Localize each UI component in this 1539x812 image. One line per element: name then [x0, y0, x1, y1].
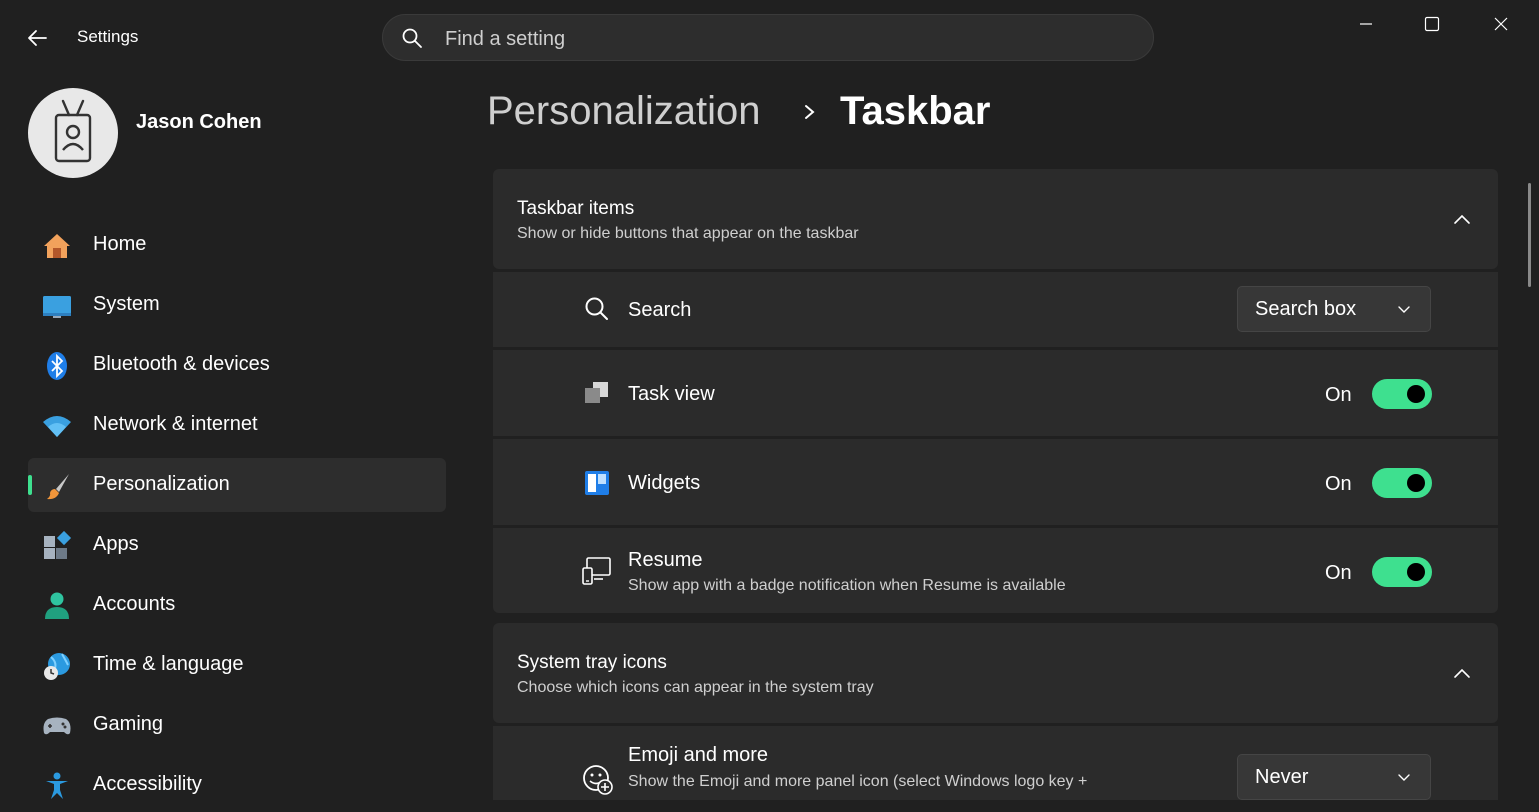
sidebar-item-gaming[interactable]: Gaming [28, 698, 446, 752]
sidebar-item-bluetooth[interactable]: Bluetooth & devices [28, 338, 446, 392]
dropdown-value: Never [1255, 766, 1309, 788]
back-button[interactable] [24, 24, 52, 52]
sidebar-item-time-language[interactable]: Time & language [28, 638, 446, 692]
section-title: Taskbar items [517, 198, 635, 219]
toggle-knob [1407, 385, 1425, 403]
app-title: Settings [77, 27, 139, 46]
section-subtitle: Show or hide buttons that appear on the … [517, 225, 859, 242]
close-button[interactable] [1471, 6, 1531, 42]
user-name: Jason Cohen [136, 111, 262, 133]
maximize-button[interactable] [1402, 6, 1462, 42]
accessibility-icon [46, 772, 68, 799]
emoji-visibility-dropdown[interactable]: Never [1237, 754, 1431, 800]
brush-icon [47, 474, 69, 500]
sidebar-item-apps[interactable]: Apps [28, 518, 446, 572]
sidebar-item-label: Apps [93, 533, 139, 555]
dropdown-value: Search box [1255, 298, 1357, 320]
task-view-icon [585, 382, 608, 403]
sidebar-item-label: Accessibility [93, 773, 202, 795]
sidebar-item-label: Network & internet [93, 413, 258, 435]
resume-toggle[interactable] [1372, 557, 1432, 587]
search-icon [402, 28, 422, 48]
search-box[interactable] [382, 14, 1154, 61]
resume-icon [582, 557, 611, 585]
task-view-toggle[interactable] [1372, 379, 1432, 409]
wifi-icon [43, 416, 71, 437]
emoji-icon [583, 765, 613, 795]
toggle-state-label: On [1325, 384, 1352, 406]
toggle-state-label: On [1325, 562, 1352, 584]
row-description: Show the Emoji and more panel icon (sele… [628, 773, 1088, 790]
setting-row-emoji: Emoji and more Show the Emoji and more p… [493, 726, 1498, 800]
sidebar-item-accessibility[interactable]: Accessibility [28, 758, 446, 812]
chevron-right-icon [805, 105, 815, 119]
back-arrow-icon [28, 30, 47, 46]
sidebar-item-personalization[interactable]: Personalization [28, 458, 446, 512]
taskbar-items-header[interactable]: Taskbar items Show or hide buttons that … [493, 169, 1498, 269]
breadcrumb-parent[interactable]: Personalization [487, 89, 761, 134]
section-subtitle: Choose which icons can appear in the sys… [517, 679, 874, 696]
widgets-toggle[interactable] [1372, 468, 1432, 498]
sidebar-item-label: Bluetooth & devices [93, 353, 270, 375]
toggle-knob [1407, 563, 1425, 581]
setting-row-task-view: Task view On [493, 350, 1498, 436]
sidebar-item-system[interactable]: System [28, 278, 446, 332]
row-label: Emoji and more [628, 744, 769, 766]
search-icon [585, 297, 608, 320]
sidebar-item-label: Personalization [93, 473, 230, 495]
chevron-down-icon [1398, 306, 1410, 313]
user-badge-icon [54, 99, 92, 163]
setting-row-resume: Resume Show app with a badge notificatio… [493, 528, 1498, 613]
sidebar-item-accounts[interactable]: Accounts [28, 578, 446, 632]
sidebar-item-home[interactable]: Home [28, 218, 446, 272]
sidebar-item-label: System [93, 293, 160, 315]
toggle-state-label: On [1325, 473, 1352, 495]
sidebar-item-label: Home [93, 233, 147, 255]
selection-indicator [28, 475, 32, 495]
row-label: Task view [628, 383, 715, 405]
home-icon [44, 234, 70, 258]
row-label: Widgets [628, 472, 701, 494]
sidebar-item-label: Accounts [93, 593, 176, 615]
chevron-up-icon[interactable] [1451, 209, 1473, 231]
chevron-down-icon [1398, 774, 1410, 781]
system-icon [43, 296, 71, 318]
widgets-icon [585, 471, 609, 495]
toggle-knob [1407, 474, 1425, 492]
bluetooth-icon [47, 352, 67, 380]
sidebar-item-network[interactable]: Network & internet [28, 398, 446, 452]
setting-row-widgets: Widgets On [493, 439, 1498, 525]
globe-clock-icon [44, 653, 70, 680]
chevron-up-icon[interactable] [1451, 663, 1473, 685]
search-input[interactable] [443, 23, 1127, 55]
scrollbar-thumb[interactable] [1528, 183, 1531, 287]
row-description: Show app with a badge notification when … [628, 577, 1066, 594]
section-title: System tray icons [517, 652, 667, 673]
minimize-icon [1360, 23, 1372, 25]
page-title: Taskbar [840, 89, 991, 133]
close-icon [1494, 17, 1508, 31]
accounts-icon [45, 592, 69, 619]
sidebar-item-label: Gaming [93, 713, 164, 735]
system-tray-header[interactable]: System tray icons Choose which icons can… [493, 623, 1498, 723]
avatar[interactable] [28, 88, 118, 178]
row-label: Resume [628, 549, 703, 571]
maximize-icon [1424, 16, 1440, 32]
row-label: Search [628, 299, 692, 321]
minimize-button[interactable] [1336, 6, 1396, 42]
apps-icon [44, 531, 72, 559]
sidebar-item-label: Time & language [93, 653, 244, 675]
gamepad-icon [43, 717, 71, 735]
setting-row-search: Search Search box [493, 272, 1498, 347]
search-mode-dropdown[interactable]: Search box [1237, 286, 1431, 332]
